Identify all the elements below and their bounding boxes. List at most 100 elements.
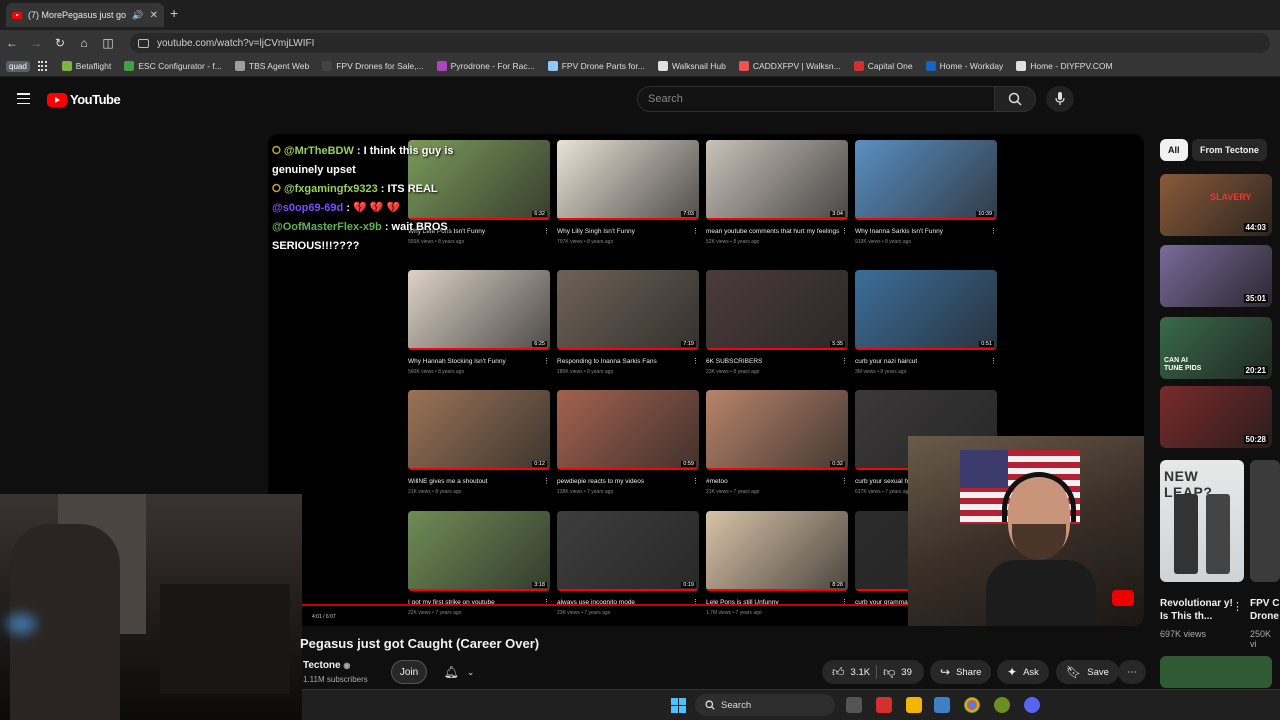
grid-video-card[interactable]: 10:39 Why Inanna Sarkis Isn't Funny 919K v… <box>855 140 997 245</box>
site-info-icon[interactable] <box>138 38 149 48</box>
featured-video-title[interactable]: Revolutionar y! Is This th... <box>1160 597 1240 623</box>
ask-button[interactable]: ✦ Ask <box>997 660 1049 684</box>
grid-video-thumbnail[interactable]: 10:39 <box>855 140 997 220</box>
grid-video-thumbnail[interactable]: 3:18 <box>408 511 550 591</box>
grid-video-title[interactable]: pewdiepie reacts to my videos <box>557 478 699 486</box>
search-input[interactable]: Search <box>637 86 995 112</box>
grid-video-thumbnail[interactable]: 5:35 <box>706 270 848 350</box>
grid-video-card[interactable]: 3:04 mean youtube comments that hurt my f… <box>706 140 848 245</box>
grid-video-card[interactable]: 0:59 pewdiepie reacts to my videos 128K vi… <box>557 390 699 495</box>
sidebar-video-thumbnail[interactable]: CAN AI TUNE PIDS 20:21 <box>1160 317 1272 379</box>
chat-message: ⭘ @MrTheBDW : I think this guy is genuin… <box>272 145 454 176</box>
grid-video-title[interactable]: mean youtube comments that hurt my feeli… <box>706 228 848 236</box>
featured-video-thumbnail[interactable]: NEW LEAP? <box>1160 460 1244 582</box>
sidebar-video-thumbnail[interactable]: 35:01 <box>1160 245 1272 307</box>
new-tab-button[interactable]: + <box>170 5 178 21</box>
grid-video-card[interactable]: 8:28Lele Pons is still Unfunny1.7M views… <box>706 511 848 616</box>
grid-video-card[interactable]: 6:25 Why Hannah Stocking Isn't Funny 560K … <box>408 270 550 375</box>
grid-video-title[interactable]: Responding to Inanna Sarkis Fans <box>557 358 699 366</box>
grid-video-thumbnail[interactable]: 6:25 <box>408 270 550 350</box>
bookmark-item[interactable]: Betaflight <box>61 61 111 71</box>
reload-button[interactable]: ↻ <box>48 36 72 50</box>
speaker-icon[interactable]: 🔊 <box>132 10 143 21</box>
grid-video-title[interactable]: Why Inanna Sarkis Isn't Funny <box>855 228 997 236</box>
grid-video-thumbnail[interactable]: 0:12 <box>408 390 550 470</box>
file-explorer-icon[interactable] <box>906 697 922 713</box>
grid-video-thumbnail[interactable]: 0:59 <box>557 390 699 470</box>
grid-video-card[interactable]: 7:03 Why Lilly Singh Isn't Funny 797K view… <box>557 140 699 245</box>
bookmark-item[interactable]: FPV Drone Parts for... <box>547 61 645 71</box>
dislike-count[interactable]: 39 <box>901 667 912 678</box>
share-button[interactable]: ↪ Share <box>930 660 992 684</box>
forward-button[interactable]: → <box>24 36 48 50</box>
profile-badge[interactable]: quad <box>6 60 30 72</box>
featured-video-thumbnail-2[interactable] <box>1250 460 1280 582</box>
grid-video-thumbnail[interactable]: 3:04 <box>706 140 848 220</box>
like-icon[interactable]: 👍︎ <box>832 665 845 680</box>
home-button[interactable]: ⌂ <box>72 36 96 50</box>
dislike-icon[interactable]: 👎︎ <box>883 665 895 680</box>
next-video-thumbnail[interactable] <box>1160 656 1272 688</box>
split-view-button[interactable]: ◫ <box>96 36 120 50</box>
save-button[interactable]: 🔖︎ Save <box>1056 660 1119 684</box>
notifications-button[interactable]: 🔔︎ ⌄ <box>436 660 482 684</box>
voice-search-button[interactable] <box>1046 86 1074 112</box>
bookmark-item[interactable]: FPV Drones for Sale,... <box>322 61 424 71</box>
antivirus-icon[interactable] <box>876 697 892 713</box>
sidebar-video-thumbnail[interactable]: SLAVERY 44:03 <box>1160 174 1272 236</box>
sidebar-video-thumbnail[interactable]: 50:28 <box>1160 386 1272 448</box>
more-actions-button[interactable]: ⋯ <box>1118 660 1146 684</box>
grid-video-card[interactable]: 0:32 #metoo 21K views • 7 years ago <box>706 390 848 495</box>
grid-video-thumbnail[interactable]: 0:32 <box>706 390 848 470</box>
grid-video-card[interactable]: 0:12 WillNE gives me a shoutout 21K views … <box>408 390 550 495</box>
bookmark-item[interactable]: Pyrodrone - For Rac... <box>436 61 535 71</box>
join-button[interactable]: Join <box>391 660 427 684</box>
bookmark-item[interactable]: Home - Workday <box>925 61 1003 71</box>
youtube-logo[interactable]: YouTube <box>47 92 121 107</box>
bookmark-item[interactable]: CADDXFPV | Walksn... <box>738 61 841 71</box>
grid-video-card[interactable]: 5:35 6K SUBSCRIBERS 23K views • 8 years ag… <box>706 270 848 375</box>
video-player[interactable]: 6:32Why Lele Pons Isn't Funny555K views … <box>268 134 1144 626</box>
grid-video-card[interactable]: 0:51 curb your nazi haircut 3M views • 8 y… <box>855 270 997 375</box>
browser-tab[interactable]: (7) MorePegasus just got C 🔊 ✕ <box>6 3 164 27</box>
chip-from-tectone[interactable]: From Tectone <box>1192 139 1267 161</box>
grid-video-thumbnail[interactable]: 7:19 <box>557 270 699 350</box>
chip-all[interactable]: All <box>1160 139 1188 161</box>
more-vert-icon[interactable]: ⋮ <box>1232 600 1243 613</box>
discord-icon[interactable] <box>1024 697 1040 713</box>
grid-video-thumbnail[interactable]: 8:28 <box>706 511 848 591</box>
bookmark-item[interactable]: TBS Agent Web <box>234 61 309 71</box>
store-icon[interactable] <box>934 697 950 713</box>
app-icon[interactable] <box>994 697 1010 713</box>
bookmark-item[interactable]: Home - DIYFPV.COM <box>1016 61 1113 71</box>
grid-video-card[interactable]: 7:19 Responding to Inanna Sarkis Fans 180K… <box>557 270 699 375</box>
grid-video-thumbnail[interactable]: 0:19 <box>557 511 699 591</box>
grid-video-thumbnail[interactable]: 7:03 <box>557 140 699 220</box>
sparkle-icon: ✦ <box>1007 665 1018 679</box>
like-count[interactable]: 3.1K <box>851 667 871 678</box>
search-button[interactable] <box>994 86 1036 112</box>
chrome-icon[interactable] <box>964 697 980 713</box>
taskbar-search[interactable]: Search <box>695 694 835 716</box>
address-bar[interactable]: youtube.com/watch?v=ljCVmjLWIFI <box>130 33 1270 53</box>
back-button[interactable]: ← <box>0 36 24 50</box>
featured-video-title-2[interactable]: FPV C Drone <box>1250 597 1280 623</box>
menu-icon[interactable] <box>17 93 30 104</box>
close-tab-icon[interactable]: ✕ <box>150 10 158 21</box>
grid-video-thumbnail[interactable]: 0:51 <box>855 270 997 350</box>
grid-video-title[interactable]: 6K SUBSCRIBERS <box>706 358 848 366</box>
grid-video-title[interactable]: #metoo <box>706 478 848 486</box>
bookmark-item[interactable]: ESC Configurator - f... <box>124 61 222 71</box>
bookmark-item[interactable]: Capital One <box>853 61 913 71</box>
grid-video-title[interactable]: WillNE gives me a shoutout <box>408 478 550 486</box>
grid-video-card[interactable]: 0:19always use incognito mode23K views •… <box>557 511 699 616</box>
windows-start-icon[interactable] <box>671 698 686 713</box>
grid-video-title[interactable]: Why Hannah Stocking Isn't Funny <box>408 358 550 366</box>
grid-video-title[interactable]: curb your nazi haircut <box>855 358 997 366</box>
task-view-icon[interactable] <box>846 697 862 713</box>
bookmark-item[interactable]: Walksnail Hub <box>657 61 726 71</box>
channel-name[interactable]: Tectone ◉ <box>303 660 350 671</box>
grid-video-title[interactable]: Why Lilly Singh Isn't Funny <box>557 228 699 236</box>
grid-video-card[interactable]: 3:18I got my first strike on youtube22K … <box>408 511 550 616</box>
apps-grid-icon[interactable] <box>37 61 48 71</box>
